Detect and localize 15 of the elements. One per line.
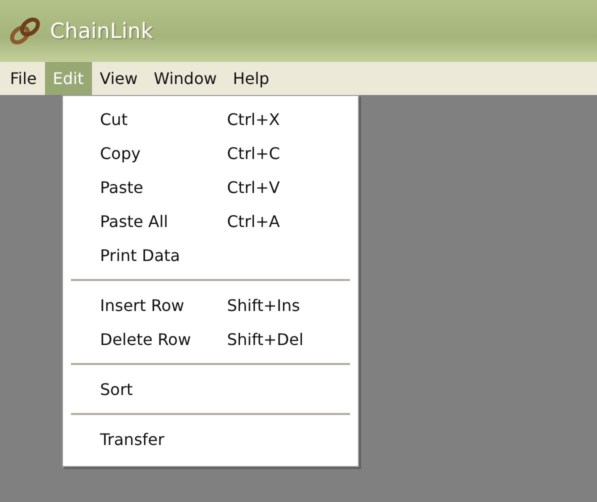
- menu-entry[interactable]: Sort: [63, 372, 358, 406]
- menu-entry[interactable]: Copy Ctrl+C: [63, 136, 358, 170]
- menu-entry[interactable]: Insert Row Shift+Ins: [63, 288, 358, 322]
- window-title: ChainLink: [50, 19, 153, 43]
- menu-item[interactable]: Window: [146, 62, 225, 95]
- menu-item[interactable]: Help: [224, 62, 278, 95]
- menu-entry[interactable]: Cut Ctrl+X: [63, 102, 358, 136]
- menu-entry[interactable]: Print Data: [63, 238, 358, 272]
- menu-entry[interactable]: Transfer: [63, 422, 358, 456]
- menu-item[interactable]: File: [2, 62, 45, 95]
- menu-item[interactable]: View: [92, 62, 146, 95]
- menu-entry[interactable]: Delete Row Shift+Del: [63, 322, 358, 356]
- menu-entry[interactable]: Paste All Ctrl+A: [63, 204, 358, 238]
- chain-link-icon: [8, 16, 42, 46]
- menu-entry[interactable]: Paste Ctrl+V: [63, 170, 358, 204]
